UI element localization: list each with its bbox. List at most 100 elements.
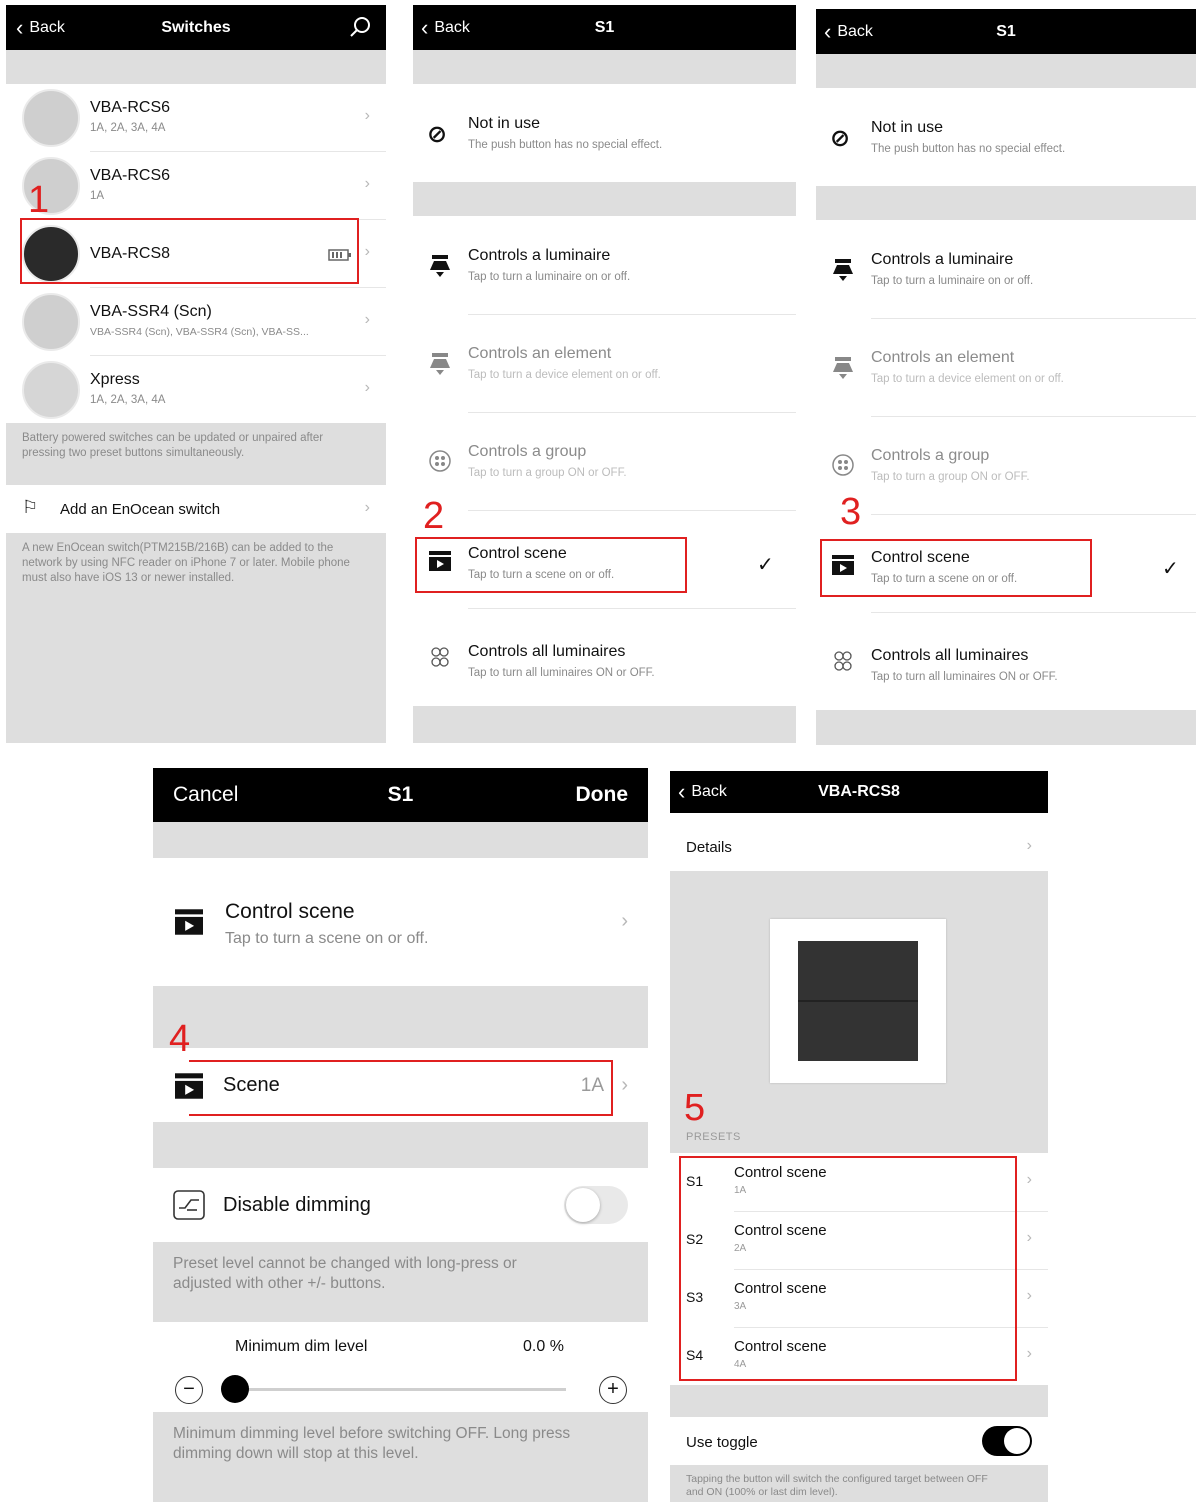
device-preview-section: PRESETS — [670, 871, 1048, 1153]
option-controls-luminaire[interactable]: Controls a luminaire Tap to turn a lumin… — [816, 220, 1196, 318]
step-label-2: 2 — [423, 495, 445, 537]
option-controls-element[interactable]: Controls an element Tap to turn a device… — [413, 314, 796, 412]
scene-config-navbar: Cancel S1 Done — [153, 768, 648, 822]
section-spacer — [413, 182, 796, 216]
switch-row[interactable]: VBA-SSR4 (Scn) VBA-SSR4 (Scn), VBA-SSR4 … — [6, 289, 386, 355]
chevron-right-icon: › — [1026, 837, 1032, 854]
bottom-spacer — [413, 706, 796, 743]
device-image — [770, 919, 946, 1083]
top-spacer — [816, 54, 1196, 88]
prohibited-icon: ⊘ — [830, 125, 851, 152]
dimming-icon — [173, 1190, 205, 1220]
plus-icon[interactable]: + — [599, 1376, 627, 1404]
back-button[interactable]: ‹ Back — [16, 5, 65, 50]
top-spacer — [413, 50, 796, 84]
min-dim-slider[interactable] — [221, 1375, 566, 1403]
switch-thumbnail — [22, 361, 80, 419]
s1-navbar: ‹ Back S1 — [816, 9, 1196, 54]
s1-options-screen-selected: ‹ Back S1 ⊘ Not in use The push button h… — [816, 9, 1196, 745]
preset-note-section: Preset level cannot be changed with long… — [153, 1242, 648, 1322]
chevron-right-icon: › — [621, 1074, 628, 1096]
selected-check-icon: ✓ — [1162, 558, 1179, 580]
page-title: S1 — [594, 18, 615, 36]
use-toggle-row: Use toggle — [670, 1417, 1048, 1465]
add-note-section: A new EnOcean switch(PTM215B/216B) can b… — [6, 533, 386, 743]
back-button[interactable]: ‹ Back — [678, 771, 727, 813]
chevron-right-icon: › — [364, 243, 370, 260]
add-note: A new EnOcean switch(PTM215B/216B) can b… — [22, 542, 350, 584]
details-row[interactable]: Details › — [670, 813, 1048, 871]
switch-thumbnail — [22, 293, 80, 351]
option-controls-all-luminaires[interactable]: Controls all luminaires Tap to turn all … — [816, 612, 1196, 710]
highlight-box — [415, 537, 687, 593]
option-controls-element[interactable]: Controls an element Tap to turn a device… — [816, 318, 1196, 416]
all-luminaires-icon — [834, 651, 852, 671]
option-controls-group[interactable]: Controls a group Tap to turn a group ON … — [413, 412, 796, 510]
chevron-left-icon: ‹ — [16, 14, 24, 40]
chevron-right-icon: › — [364, 379, 370, 396]
section-spacer — [670, 1385, 1048, 1417]
divider — [90, 355, 386, 356]
section-spacer — [153, 1122, 648, 1168]
chevron-right-icon: › — [1026, 1287, 1032, 1304]
use-toggle-switch[interactable] — [982, 1426, 1032, 1456]
scene-icon — [175, 909, 203, 935]
preset-note: Preset level cannot be changed with long… — [173, 1255, 517, 1292]
switch-row[interactable]: VBA-RCS6 1A, 2A, 3A, 4A › — [6, 85, 386, 151]
option-controls-all-luminaires[interactable]: Controls all luminaires Tap to turn all … — [413, 608, 796, 706]
cancel-button[interactable]: Cancel — [173, 783, 238, 807]
step-label-5: 5 — [684, 1087, 706, 1129]
slider-knob[interactable] — [221, 1375, 249, 1403]
chevron-left-icon: ‹ — [421, 14, 429, 40]
back-button[interactable]: ‹ Back — [824, 9, 873, 54]
group-icon — [429, 450, 451, 472]
chevron-left-icon: ‹ — [824, 18, 832, 44]
group-icon — [832, 454, 854, 476]
section-spacer — [153, 986, 648, 1048]
chevron-right-icon: › — [364, 499, 370, 516]
disable-dimming-row: Disable dimming — [153, 1168, 648, 1242]
option-not-in-use[interactable]: ⊘ Not in use The push button has no spec… — [816, 88, 1196, 186]
option-not-in-use[interactable]: ⊘ Not in use The push button has no spec… — [413, 84, 796, 182]
chevron-right-icon: › — [364, 311, 370, 328]
switch-panel — [798, 941, 918, 1061]
selected-check-icon: ✓ — [757, 554, 774, 576]
option-controls-group[interactable]: Controls a group Tap to turn a group ON … — [816, 416, 1196, 514]
section-spacer — [816, 186, 1196, 220]
bottom-spacer — [816, 710, 1196, 745]
s1-options-screen: ‹ Back S1 ⊘ Not in use The push button h… — [413, 5, 796, 743]
scene-config-screen: Cancel S1 Done Control scene Tap to turn… — [153, 768, 648, 1502]
switches-navbar: ‹ Back Switches — [6, 5, 386, 50]
step-label-4: 4 — [169, 1018, 191, 1060]
top-spacer — [6, 50, 386, 84]
flag-icon: ⚐ — [22, 497, 39, 517]
add-enocean-switch-row[interactable]: ⚐ Add an EnOcean switch › — [6, 485, 386, 533]
disable-dimming-toggle[interactable] — [564, 1186, 628, 1224]
s1-navbar: ‹ Back S1 — [413, 5, 796, 50]
search-icon[interactable] — [348, 15, 372, 39]
min-dim-value: 0.0 % — [523, 1338, 564, 1355]
divider — [90, 287, 386, 288]
switch-row[interactable]: Xpress 1A, 2A, 3A, 4A › — [6, 357, 386, 423]
highlight-box — [820, 539, 1092, 597]
switch-row[interactable]: VBA-RCS6 1A › — [6, 153, 386, 219]
device-navbar: ‹ Back VBA-RCS8 — [670, 771, 1048, 813]
battery-note: Battery powered switches can be updated … — [22, 432, 324, 459]
element-icon — [430, 353, 450, 375]
prohibited-icon: ⊘ — [427, 121, 448, 148]
chevron-right-icon: › — [1026, 1229, 1032, 1246]
step-label-1: 1 — [28, 179, 50, 221]
done-button[interactable]: Done — [576, 783, 629, 807]
minus-icon[interactable]: − — [175, 1376, 203, 1404]
switch-divider — [798, 1000, 918, 1002]
control-scene-row[interactable]: Control scene Tap to turn a scene on or … — [153, 858, 648, 986]
chevron-right-icon: › — [364, 175, 370, 192]
device-presets-screen: ‹ Back VBA-RCS8 Details › PRESETS S1 Con… — [670, 771, 1048, 1502]
luminaire-icon — [833, 259, 853, 281]
option-controls-luminaire[interactable]: Controls a luminaire Tap to turn a lumin… — [413, 216, 796, 314]
highlight-box — [20, 218, 359, 284]
highlight-box — [679, 1156, 1017, 1381]
back-button[interactable]: ‹ Back — [421, 5, 470, 50]
switches-screen: ‹ Back Switches VBA-RCS6 1A, 2A, 3A, 4A … — [6, 5, 386, 743]
toggle-knob — [566, 1188, 600, 1222]
